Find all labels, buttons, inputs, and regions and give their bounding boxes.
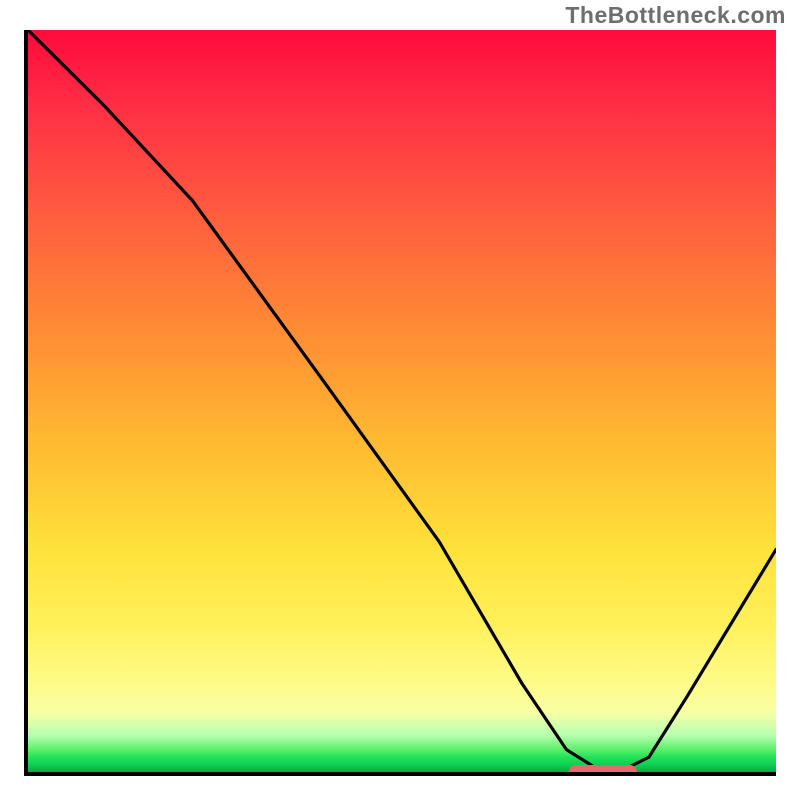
watermark-text: TheBottleneck.com	[565, 2, 786, 29]
bottleneck-curve	[28, 30, 776, 772]
chart-plot-area	[24, 30, 776, 776]
optimal-marker	[569, 765, 637, 776]
